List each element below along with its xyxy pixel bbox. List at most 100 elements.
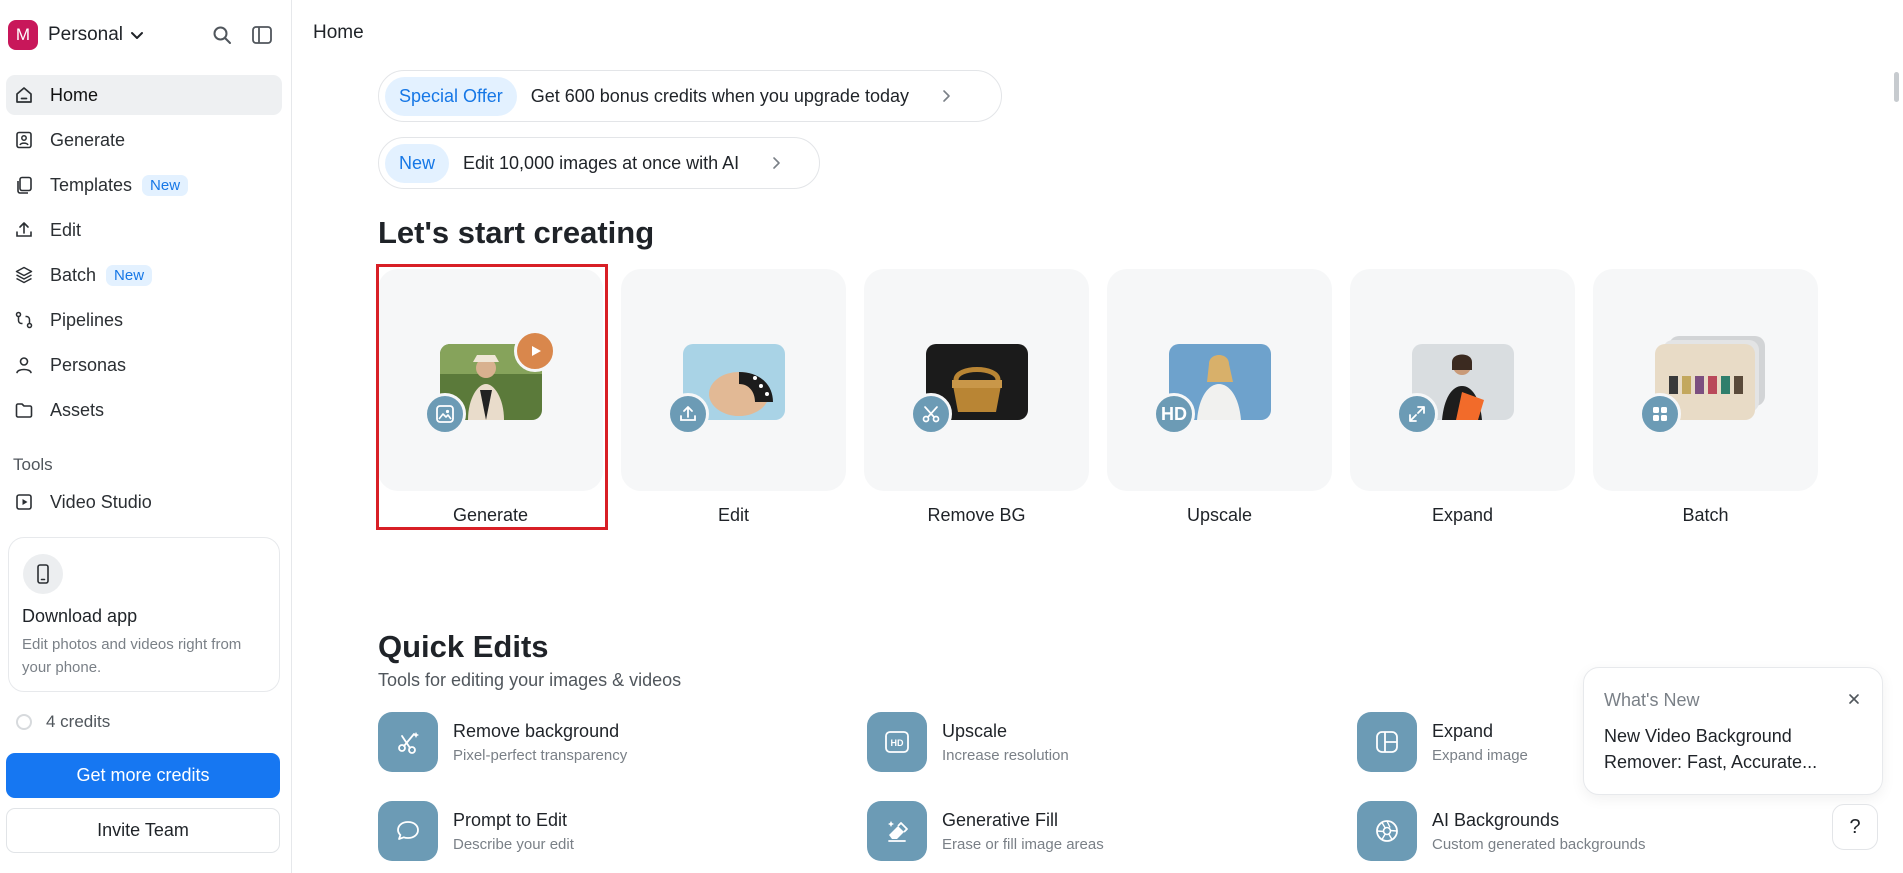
- card-generate[interactable]: Generate: [376, 264, 608, 537]
- card-label: Remove BG: [927, 505, 1026, 525]
- scissors-icon: [910, 393, 952, 435]
- sidebar-item-edit[interactable]: Edit: [6, 210, 282, 250]
- new-feature-banner[interactable]: New Edit 10,000 images at once with AI: [378, 137, 820, 189]
- quick-edit-subtitle: Expand image: [1432, 746, 1528, 764]
- quick-edit-title: Remove background: [453, 720, 620, 741]
- download-app-title: Download app: [22, 606, 138, 626]
- home-icon: [16, 87, 32, 103]
- workspace-avatar: M: [8, 20, 38, 50]
- start-cards-row: Generate Edit Remove BG HD Upscale Expan…: [376, 264, 1878, 537]
- card-batch[interactable]: Batch: [1593, 267, 1818, 537]
- sidebar: M Personal Home Generate Templates New E…: [0, 0, 292, 873]
- quick-edit-ai-backgrounds[interactable]: AI Backgrounds Custom generated backgrou…: [1357, 800, 1817, 862]
- card-tile: [864, 269, 1089, 491]
- quick-edit-subtitle: Increase resolution: [942, 746, 1069, 764]
- sidebar-item-label: Batch: [50, 264, 97, 285]
- expand-icon: [1396, 393, 1438, 435]
- quick-edit-generative-fill[interactable]: Generative Fill Erase or fill image area…: [867, 800, 1327, 862]
- new-badge: New: [142, 174, 189, 196]
- card-edit[interactable]: Edit: [621, 267, 846, 537]
- layers-icon: [15, 266, 33, 284]
- quick-edit-subtitle: Erase or fill image areas: [942, 835, 1104, 853]
- quick-edits-subtitle: Tools for editing your images & videos: [378, 670, 682, 690]
- new-badge: New: [106, 264, 153, 286]
- svg-text:HD: HD: [891, 738, 904, 748]
- chevron-right-icon: [943, 90, 950, 102]
- close-icon[interactable]: [1847, 692, 1861, 706]
- scrollbar[interactable]: [1894, 72, 1899, 102]
- quick-edit-subtitle: Describe your edit: [453, 835, 574, 853]
- sidebar-nav: Home Generate Templates New Edit Batch N…: [6, 75, 282, 435]
- phone-icon: [23, 554, 63, 594]
- quick-edit-prompt-to-edit[interactable]: Prompt to Edit Describe your edit: [378, 800, 838, 862]
- whats-new-heading: What's New: [1604, 690, 1700, 710]
- pipeline-icon: [15, 311, 33, 329]
- download-app-card[interactable]: Download app Edit photos and videos righ…: [8, 537, 280, 692]
- person-icon: [16, 357, 32, 374]
- sidebar-item-assets[interactable]: Assets: [6, 390, 282, 430]
- sidebar-item-home[interactable]: Home: [6, 75, 282, 115]
- whats-new-popup[interactable]: What's New New Video Background Remover:…: [1583, 667, 1883, 795]
- hd-icon: HD: [867, 712, 927, 772]
- credits-text: 4 credits: [46, 712, 111, 731]
- workspace-switcher[interactable]: M Personal: [8, 19, 284, 51]
- card-tile: [1593, 269, 1818, 491]
- quick-edit-title: AI Backgrounds: [1432, 809, 1560, 830]
- sidebar-item-label: Home: [50, 84, 99, 105]
- aperture-icon: [1357, 801, 1417, 861]
- sidebar-toggle-icon[interactable]: [250, 23, 274, 47]
- quick-edit-title: Expand: [1432, 720, 1494, 741]
- grid-icon: [1639, 393, 1681, 435]
- invite-team-button[interactable]: Invite Team: [6, 808, 280, 853]
- chevron-right-icon: [773, 157, 780, 169]
- folder-icon: [15, 403, 33, 418]
- card-upscale[interactable]: HD Upscale: [1107, 267, 1332, 537]
- copy-icon: [17, 176, 32, 194]
- quick-edit-title: Prompt to Edit: [453, 809, 568, 830]
- sidebar-item-video-studio[interactable]: Video Studio: [6, 482, 282, 522]
- special-offer-banner[interactable]: Special Offer Get 600 bonus credits when…: [378, 70, 1002, 122]
- search-icon[interactable]: [210, 23, 234, 47]
- upload-icon: [667, 393, 709, 435]
- quick-edit-upscale[interactable]: HD Upscale Increase resolution: [867, 711, 1327, 773]
- workspace-name: Personal: [48, 24, 123, 45]
- sidebar-item-label: Video Studio: [50, 491, 152, 512]
- quick-edits-heading: Quick Edits: [378, 629, 549, 664]
- card-remove-bg[interactable]: Remove BG: [864, 267, 1089, 537]
- sidebar-item-batch[interactable]: Batch New: [6, 255, 282, 295]
- chat-bubble-icon: [378, 801, 438, 861]
- card-tile: [621, 269, 846, 491]
- help-button[interactable]: ?: [1832, 804, 1878, 850]
- selection-outline: [376, 264, 608, 530]
- sidebar-item-personas[interactable]: Personas: [6, 345, 282, 385]
- sidebar-item-generate[interactable]: Generate: [6, 120, 282, 160]
- app-root: M Personal Home Generate Templates New E…: [0, 0, 1903, 873]
- expand-frame-icon: [1357, 712, 1417, 772]
- page-title: Home: [313, 22, 364, 43]
- whats-new-body: New Video Background Remover: Fast, Accu…: [1604, 726, 1818, 772]
- sidebar-item-templates[interactable]: Templates New: [6, 165, 282, 205]
- quick-edit-remove-background[interactable]: Remove background Pixel-perfect transpar…: [378, 711, 838, 773]
- card-label: Upscale: [1186, 505, 1253, 525]
- quick-edit-subtitle: Pixel-perfect transparency: [453, 746, 628, 764]
- sidebar-item-pipelines[interactable]: Pipelines: [6, 300, 282, 340]
- sidebar-item-label: Edit: [50, 219, 82, 240]
- credits-ring-icon: [16, 714, 32, 730]
- banner-text: Edit 10,000 images at once with AI: [463, 152, 740, 173]
- tools-heading: Tools: [13, 455, 53, 474]
- card-tile: [1350, 269, 1575, 491]
- card-tile: HD: [1107, 269, 1332, 491]
- start-creating-heading: Let's start creating: [378, 215, 655, 250]
- get-more-credits-button[interactable]: Get more credits: [6, 753, 280, 798]
- image-generate-icon: [16, 131, 32, 149]
- banner-text: Get 600 bonus credits when you upgrade t…: [530, 85, 909, 106]
- hd-badge: HD: [1153, 393, 1195, 435]
- sidebar-item-label: Templates: [50, 174, 133, 195]
- chevron-down-icon: [131, 32, 143, 39]
- magic-scissors-icon: [378, 712, 438, 772]
- banner-pill: New: [385, 143, 450, 183]
- video-play-icon: [16, 494, 32, 510]
- sidebar-item-label: Personas: [50, 354, 127, 375]
- card-expand[interactable]: Expand: [1350, 267, 1575, 537]
- sidebar-item-label: Generate: [50, 129, 126, 150]
